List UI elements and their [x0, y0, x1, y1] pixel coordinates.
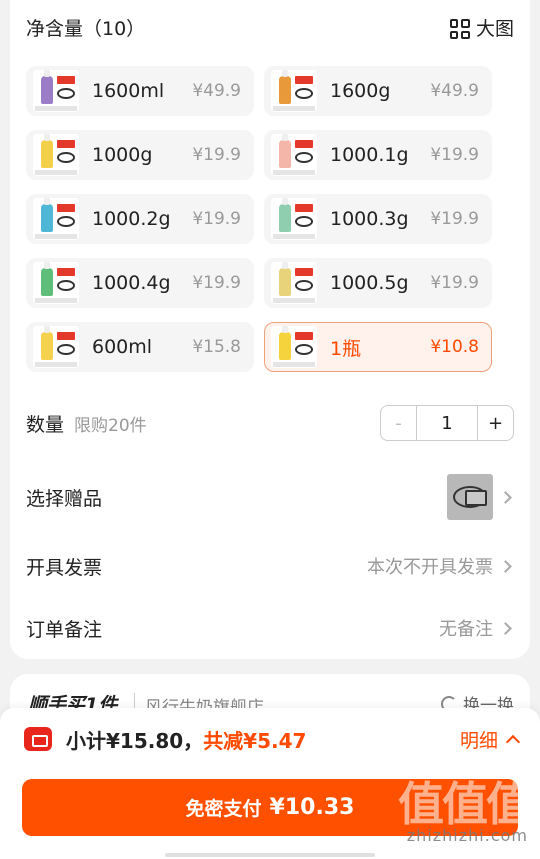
- chevron-right-icon: [499, 621, 512, 635]
- invoice-label: 开具发票: [26, 556, 103, 579]
- spec-option[interactable]: 1000.1g ¥19.9: [264, 130, 492, 180]
- product-thumbnail: [271, 70, 317, 112]
- product-thumbnail: [33, 134, 79, 176]
- invoice-value-wrap: 本次不开具发票: [367, 553, 514, 579]
- product-thumbnail: [33, 326, 79, 368]
- spec-option[interactable]: 1000.4g ¥19.9: [26, 258, 254, 308]
- spec-option[interactable]: 1瓶 ¥10.8: [264, 322, 492, 372]
- remark-value: 无备注: [439, 619, 493, 640]
- quantity-row: 数量 限购20件 - 1 +: [26, 403, 514, 443]
- home-indicator[interactable]: [165, 853, 375, 857]
- detail-toggle[interactable]: 明细: [459, 726, 521, 753]
- product-thumbnail: [33, 262, 79, 304]
- gift-label: 选择赠品: [26, 487, 103, 510]
- gift-selector: [447, 474, 514, 520]
- spec-option[interactable]: 600ml ¥15.8: [26, 322, 254, 372]
- product-thumbnail: [271, 326, 317, 368]
- spec-option-price: ¥49.9: [192, 81, 241, 101]
- spec-option-price: ¥49.9: [430, 81, 479, 101]
- spec-option[interactable]: 1600g ¥49.9: [264, 66, 492, 116]
- order-options-card: 净含量（10） 大图 1600ml ¥49.9 1600g ¥49.9 1000g ¥19…: [10, 0, 530, 659]
- discount-total: 共减¥5.47: [203, 728, 307, 753]
- spec-option-name: 1000.5g: [330, 272, 409, 294]
- spec-option-name: 600ml: [92, 336, 153, 358]
- spec-option-price: ¥19.9: [430, 273, 479, 293]
- spec-header: 净含量（10） 大图: [26, 14, 514, 44]
- gift-row[interactable]: 选择赠品: [26, 474, 514, 520]
- spec-option[interactable]: 1000.3g ¥19.9: [264, 194, 492, 244]
- spec-option[interactable]: 1000g ¥19.9: [26, 130, 254, 180]
- spec-option-name: 1000.2g: [92, 208, 171, 230]
- product-thumbnail: [271, 262, 317, 304]
- product-thumbnail: [33, 70, 79, 112]
- product-thumbnail: [33, 198, 79, 240]
- quantity-stepper: - 1 +: [380, 405, 514, 441]
- spec-option-price: ¥19.9: [192, 209, 241, 229]
- spec-option-price: ¥10.8: [430, 337, 479, 357]
- product-thumbnail: [271, 134, 317, 176]
- purchase-limit: 限购20件: [74, 415, 147, 436]
- product-thumbnail: [271, 198, 317, 240]
- spec-option-price: ¥15.8: [192, 337, 241, 357]
- gift-image: [447, 474, 493, 520]
- subtotal: 小计¥15.80，: [66, 728, 204, 753]
- remark-label: 订单备注: [26, 618, 103, 641]
- spec-option-price: ¥19.9: [192, 145, 241, 165]
- grid-view-icon: [449, 19, 470, 39]
- spec-option-name: 1瓶: [330, 337, 362, 360]
- chevron-up-icon: [505, 734, 521, 750]
- pay-label: 免密支付: [185, 798, 262, 820]
- coupon-icon: [24, 727, 52, 751]
- big-view-label: 大图: [475, 18, 514, 40]
- big-view-button[interactable]: 大图: [449, 14, 514, 44]
- increase-button[interactable]: +: [477, 406, 513, 440]
- chevron-right-icon: [499, 559, 512, 573]
- spec-option-price: ¥19.9: [430, 145, 479, 165]
- spec-option[interactable]: 1000.5g ¥19.9: [264, 258, 492, 308]
- spec-option-name: 1000.3g: [330, 208, 409, 230]
- invoice-row[interactable]: 开具发票 本次不开具发票: [26, 546, 514, 586]
- decrease-button[interactable]: -: [381, 406, 417, 440]
- spec-option-price: ¥19.9: [430, 209, 479, 229]
- spec-title: 净含量（10）: [26, 18, 146, 40]
- remark-row[interactable]: 订单备注 无备注: [26, 608, 514, 648]
- remark-value-wrap: 无备注: [439, 615, 514, 641]
- checkout-bar: 小计¥15.80， 共减¥5.47 明细 免密支付 ¥10.33: [0, 708, 540, 859]
- spec-option[interactable]: 1000.2g ¥19.9: [26, 194, 254, 244]
- spec-option-name: 1000.1g: [330, 144, 409, 166]
- quantity-input[interactable]: 1: [417, 406, 477, 440]
- pay-button[interactable]: 免密支付 ¥10.33: [22, 779, 518, 836]
- invoice-value: 本次不开具发票: [367, 557, 493, 578]
- detail-label: 明细: [459, 729, 498, 752]
- pay-amount: ¥10.33: [269, 795, 355, 820]
- spec-option-price: ¥19.9: [192, 273, 241, 293]
- summary-row: 小计¥15.80， 共减¥5.47 明细: [24, 723, 521, 755]
- chevron-right-icon: [499, 490, 512, 504]
- spec-option-name: 1600ml: [92, 80, 165, 102]
- spec-option-name: 1000.4g: [92, 272, 171, 294]
- spec-option[interactable]: 1600ml ¥49.9: [26, 66, 254, 116]
- spec-option-name: 1000g: [92, 144, 153, 166]
- spec-option-name: 1600g: [330, 80, 391, 102]
- quantity-label: 数量: [26, 413, 65, 436]
